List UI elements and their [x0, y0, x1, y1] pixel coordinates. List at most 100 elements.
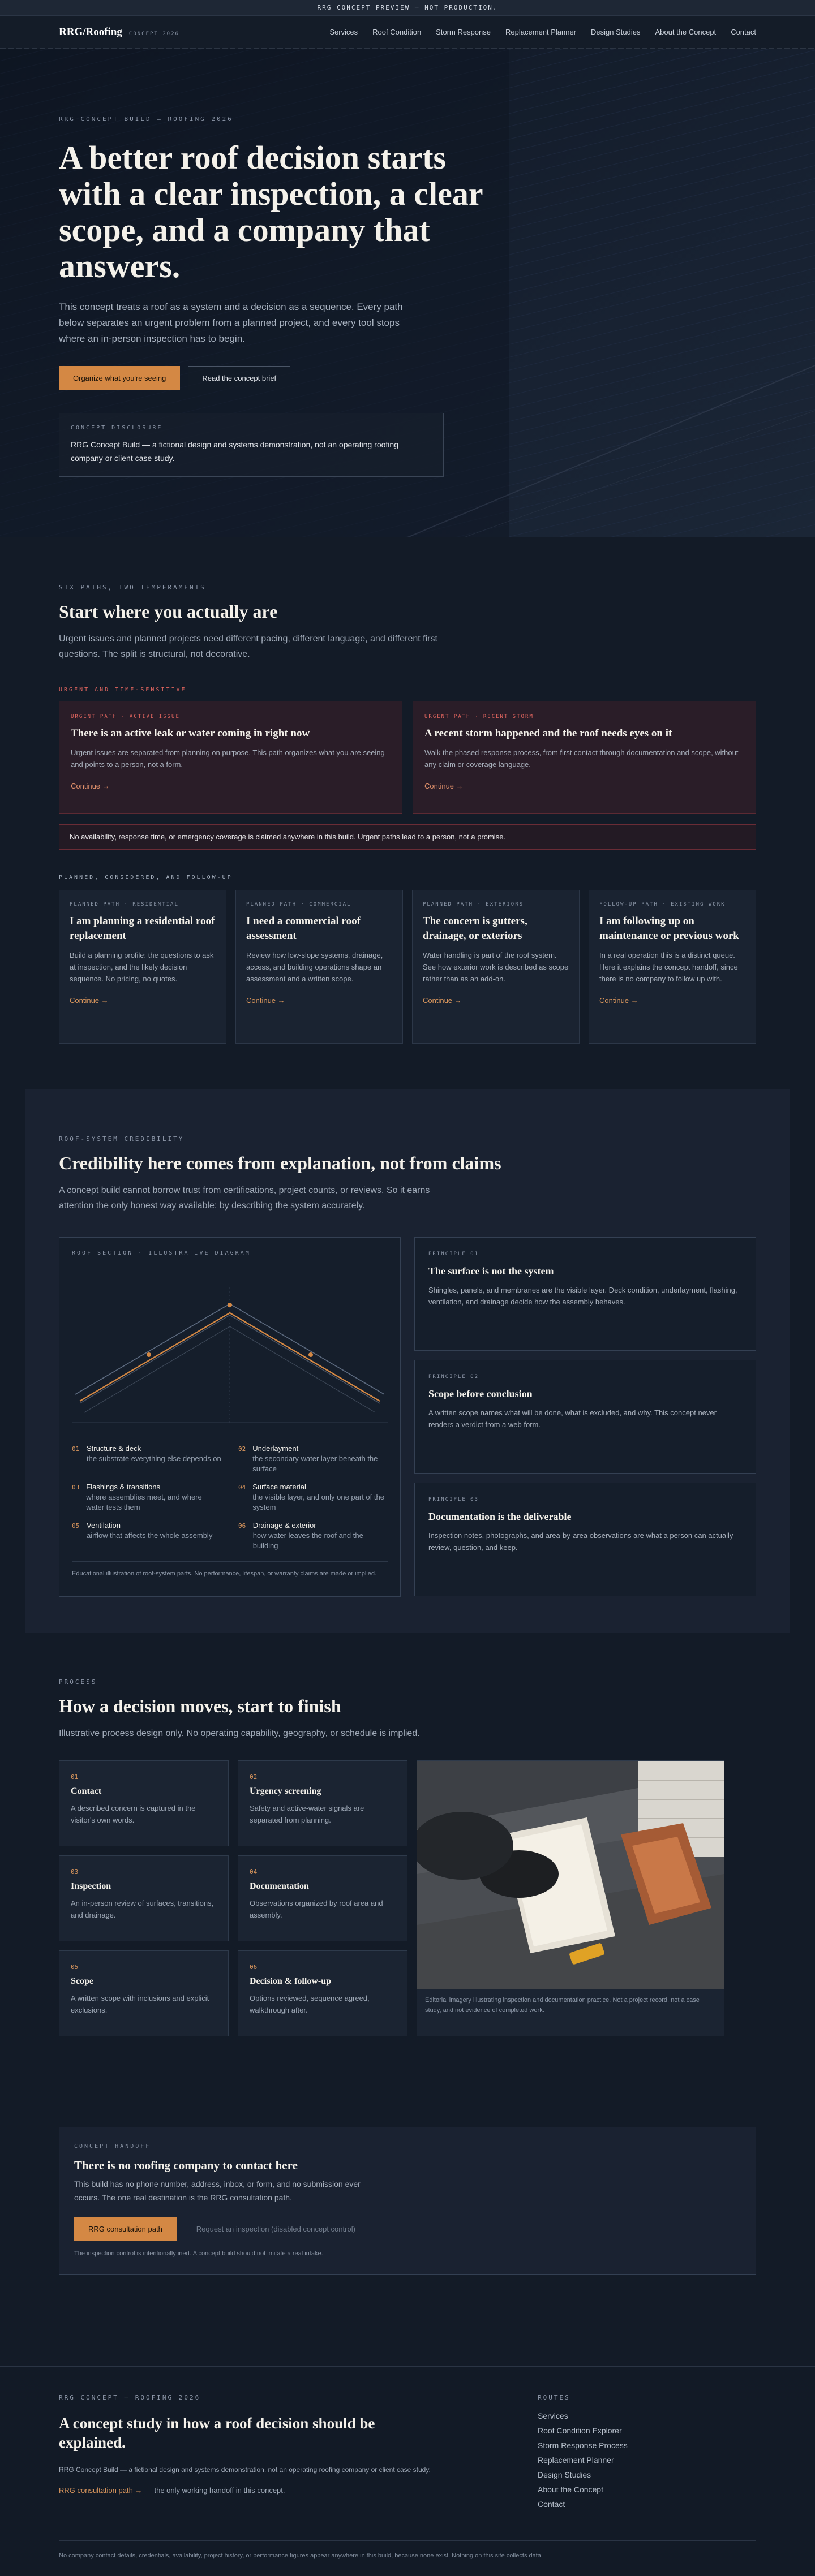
principle-card: PRINCIPLE 03 Documentation is the delive…: [414, 1483, 756, 1596]
step-body: Observations organized by roof area and …: [250, 1899, 383, 1919]
card-eyebrow: URGENT PATH · ACTIVE ISSUE: [71, 714, 180, 720]
legend-item: 02 Underlayment the secondary water layer …: [238, 1444, 388, 1474]
concept-disclosure: CONCEPT DISCLOSURE RRG Concept Build — a…: [59, 413, 444, 477]
legend-num: 02: [238, 1445, 246, 1453]
handoff-buttons: RRG consultation path Request an inspect…: [74, 2217, 741, 2241]
organize-button[interactable]: Organize what you're seeing: [59, 366, 181, 390]
legend-title: Ventilation: [87, 1521, 121, 1530]
hero-lead: This concept treats a roof as a system a…: [59, 301, 403, 344]
disclosure-text: RRG Concept Build — a fictional design a…: [71, 440, 398, 463]
brand-tag: CONCEPT 2026: [128, 31, 179, 37]
legend-item: 01 Structure & deck the substrate everythi…: [72, 1444, 221, 1474]
step-num: 02: [250, 1773, 258, 1781]
paths-eyebrow: SIX PATHS, TWO TEMPERAMENTS: [59, 584, 206, 591]
principle-card: PRINCIPLE 01 The surface is not the syst…: [414, 1237, 756, 1351]
legend-num: 03: [72, 1484, 80, 1491]
planned-card-exteriors[interactable]: PLANNED PATH · EXTERIORS The concern is …: [412, 890, 580, 1044]
planned-card-commercial[interactable]: PLANNED PATH · COMMERCIAL I need a comme…: [235, 890, 403, 1044]
nav-link-services[interactable]: Services: [329, 28, 358, 36]
planned-card-residential[interactable]: PLANNED PATH · RESIDENTIAL I am planning…: [59, 890, 226, 1044]
card-eyebrow: PLANNED PATH · EXTERIORS: [423, 902, 524, 907]
route-services[interactable]: Services: [538, 2411, 756, 2420]
step-title: Contact: [71, 1786, 102, 1796]
card-body: Urgent issues are separated from plannin…: [71, 748, 385, 769]
hero-cta-row: Organize what you're seeing Read the con…: [59, 366, 756, 390]
site-footer: RRG CONCEPT — ROOFING 2026 A concept stu…: [0, 2366, 815, 2576]
legend-desc: airflow that affects the whole assembly: [87, 1531, 213, 1540]
process-title: How a decision moves, start to finish: [59, 1696, 341, 1716]
legend-title: Structure & deck: [87, 1444, 141, 1453]
credibility-section: ROOF-SYSTEM CREDIBILITY Credibility here…: [25, 1089, 790, 1633]
arrow-right-icon: →: [454, 996, 462, 1005]
handoff-title: There is no roofing company to contact h…: [74, 2159, 298, 2172]
continue-link[interactable]: Continue →: [70, 996, 109, 1005]
footer-bottom: No company contact details, credentials,…: [59, 2540, 756, 2576]
legend-title: Flashings & transitions: [86, 1483, 161, 1491]
nav-links: Services Roof Condition Storm Response R…: [329, 28, 756, 36]
arrow-right-icon: →: [456, 782, 464, 790]
continue-link[interactable]: Continue →: [246, 996, 285, 1005]
continue-label: Continue: [70, 996, 100, 1005]
arrow-right-icon: →: [630, 996, 638, 1005]
consultation-path-button[interactable]: RRG consultation path: [74, 2217, 177, 2241]
diagram-label: ROOF SECTION · ILLUSTRATIVE DIAGRAM: [72, 1250, 251, 1256]
legend-desc: the visible layer, and only one part of …: [252, 1493, 384, 1511]
diagram-marker-left: [147, 1352, 151, 1357]
step-num: 01: [71, 1773, 79, 1781]
planned-card-follow-up[interactable]: FOLLOW-UP PATH · EXISTING WORK I am foll…: [589, 890, 756, 1044]
route-replacement-planner[interactable]: Replacement Planner: [538, 2456, 756, 2465]
footer-consultation-link[interactable]: RRG consultation path →: [59, 2486, 142, 2495]
process-step: 03 Inspection An in-person review of surfa…: [59, 1855, 229, 1941]
urgent-card-recent-storm[interactable]: URGENT PATH · RECENT STORM A recent stor…: [413, 701, 756, 814]
continue-link[interactable]: Continue →: [424, 782, 464, 790]
card-eyebrow: PLANNED PATH · COMMERCIAL: [246, 902, 351, 907]
diagram-legend: 01 Structure & deck the substrate everythi…: [72, 1444, 388, 1551]
process-step: 02 Urgency screening Safety and active-wat…: [238, 1760, 408, 1846]
nav-link-about[interactable]: About the Concept: [655, 28, 716, 36]
diagram-marker-right: [308, 1352, 313, 1357]
handoff-note: The inspection control is intentionally …: [74, 2250, 323, 2257]
urgent-grid: URGENT PATH · ACTIVE ISSUE There is an a…: [59, 701, 756, 814]
route-about-concept[interactable]: About the Concept: [538, 2485, 756, 2494]
handoff-eyebrow: CONCEPT HANDOFF: [74, 2143, 151, 2149]
urgent-card-active-leak[interactable]: URGENT PATH · ACTIVE ISSUE There is an a…: [59, 701, 402, 814]
brand-logo[interactable]: RRG/Roofing CONCEPT 2026: [59, 26, 179, 38]
step-body: A written scope with inclusions and expl…: [71, 1994, 209, 2014]
principle-body: A written scope names what will be done,…: [428, 1408, 717, 1429]
continue-link[interactable]: Continue →: [71, 782, 110, 790]
card-eyebrow: PLANNED PATH · RESIDENTIAL: [70, 902, 179, 907]
nav-link-design-studies[interactable]: Design Studies: [591, 28, 640, 36]
route-contact[interactable]: Contact: [538, 2500, 756, 2509]
step-body: Safety and active-water signals are sepa…: [250, 1804, 364, 1824]
route-roof-condition-explorer[interactable]: Roof Condition Explorer: [538, 2426, 756, 2435]
paths-lead: Urgent issues and planned projects need …: [59, 634, 437, 659]
legend-item: 03 Flashings & transitions where assemblie…: [72, 1482, 221, 1513]
route-storm-response-process[interactable]: Storm Response Process: [538, 2441, 756, 2450]
legend-num: 06: [238, 1522, 246, 1530]
inspection-photo-card: Editorial imagery illustrating inspectio…: [417, 1760, 724, 2036]
cred-eyebrow: ROOF-SYSTEM CREDIBILITY: [59, 1135, 185, 1143]
process-step: 05 Scope A written scope with inclusions a…: [59, 1950, 229, 2036]
concept-brief-button[interactable]: Read the concept brief: [188, 366, 291, 390]
footer-eyebrow: RRG CONCEPT — ROOFING 2026: [59, 2394, 201, 2401]
paths-title: Start where you actually are: [59, 601, 278, 622]
principle-card: PRINCIPLE 02 Scope before conclusion A w…: [414, 1360, 756, 1474]
nav-link-roof-condition[interactable]: Roof Condition: [372, 28, 421, 36]
continue-link[interactable]: Continue →: [423, 996, 462, 1005]
cred-title: Credibility here comes from explanation,…: [59, 1153, 501, 1173]
legend-desc: the secondary water layer beneath the su…: [252, 1454, 378, 1473]
legend-num: 04: [238, 1484, 246, 1491]
hero-eyebrow: RRG CONCEPT BUILD — ROOFING 2026: [59, 115, 233, 123]
legend-num: 05: [72, 1522, 80, 1530]
principle-eyebrow: PRINCIPLE 01: [428, 1251, 479, 1257]
nav-link-contact[interactable]: Contact: [731, 28, 756, 36]
continue-label: Continue: [71, 782, 101, 790]
nav-link-storm-response[interactable]: Storm Response: [436, 28, 491, 36]
step-title: Scope: [71, 1976, 93, 1986]
nav-link-replacement-planner[interactable]: Replacement Planner: [505, 28, 576, 36]
route-design-studies[interactable]: Design Studies: [538, 2470, 756, 2479]
diagram-marker-ridge: [228, 1303, 232, 1307]
card-title: The concern is gutters, drainage, or ext…: [423, 915, 527, 942]
process-section: PROCESS How a decision moves, start to f…: [0, 1633, 815, 2275]
continue-link[interactable]: Continue →: [599, 996, 638, 1005]
